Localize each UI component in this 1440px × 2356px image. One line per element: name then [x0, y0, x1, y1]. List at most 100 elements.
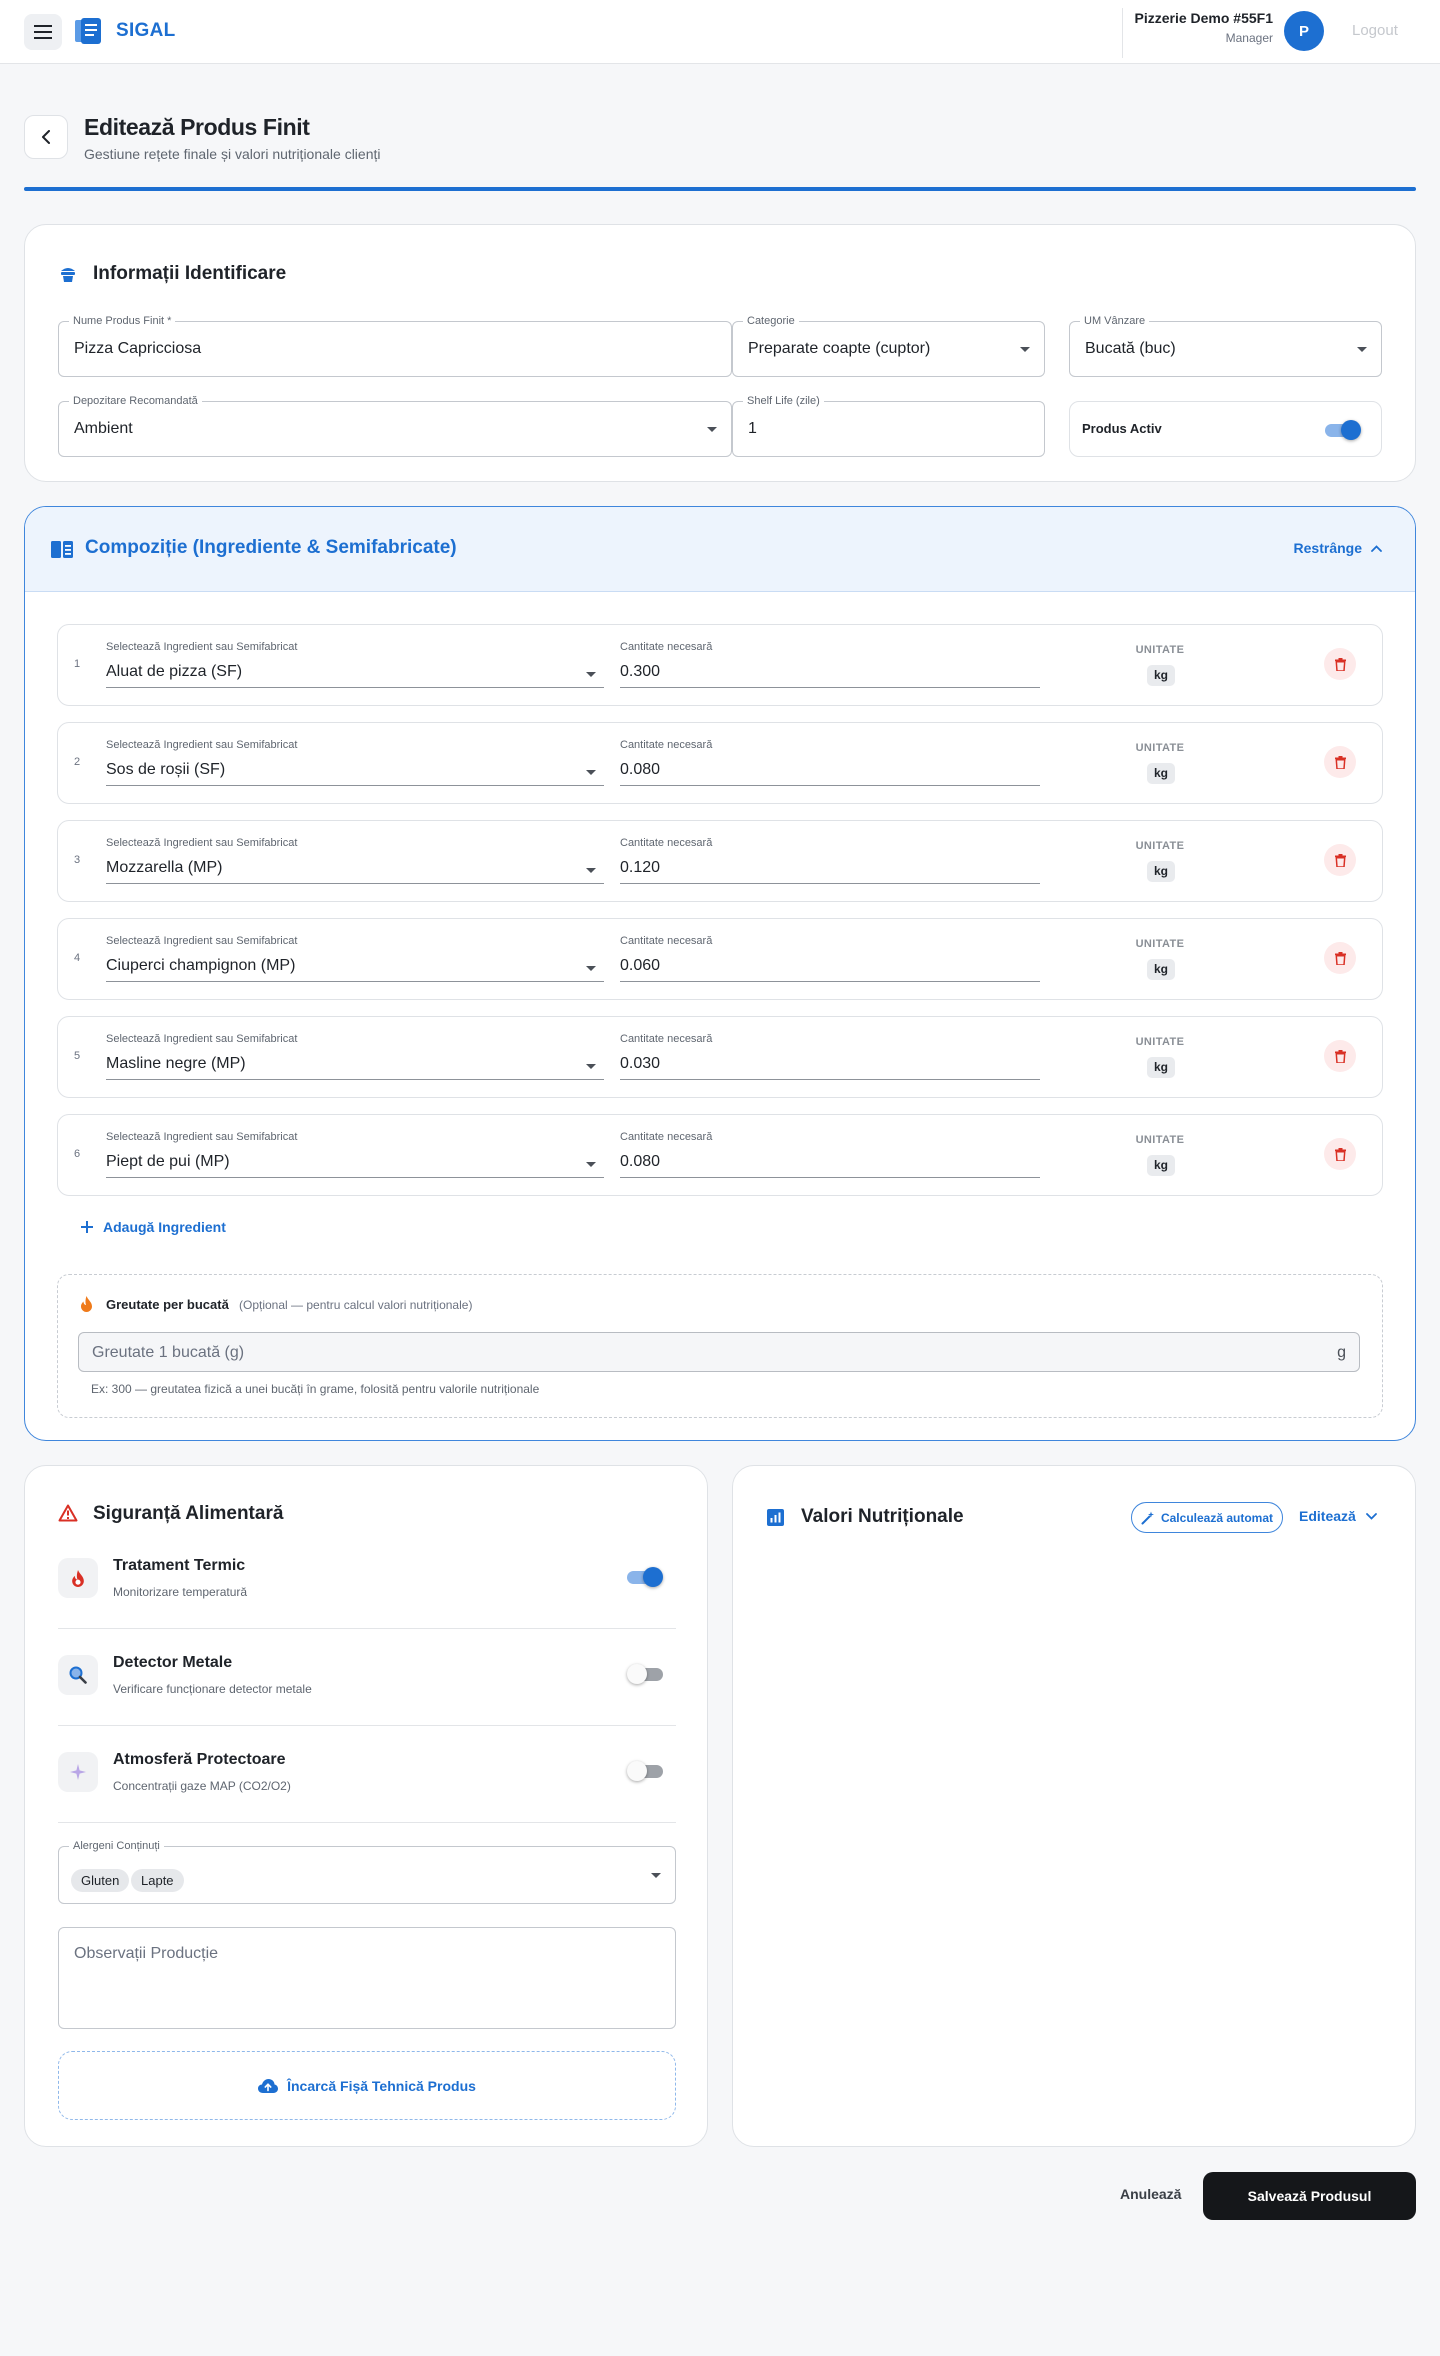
storage-label: Depozitare Recomandată	[69, 394, 202, 408]
app-name[interactable]: SIGAL	[116, 20, 176, 42]
delete-ingredient-button[interactable]	[1324, 844, 1356, 876]
metal-subtitle: Verificare funcționare detector metale	[113, 1682, 312, 1696]
back-button[interactable]	[24, 115, 68, 159]
product-name-field[interactable]: Nume Produs Finit * Pizza Capricciosa	[58, 314, 732, 377]
allergens-select[interactable]: Alergeni Conținuți Gluten Lapte	[58, 1839, 676, 1904]
quantity-label: Cantitate necesară	[620, 641, 713, 653]
atmosphere-subtitle: Concentrații gaze MAP (CO2/O2)	[113, 1779, 291, 1793]
ingredient-row: 4 Selectează Ingredient sau Semifabricat C…	[57, 918, 1383, 1000]
quantity-input[interactable]: 0.080	[620, 761, 660, 779]
uom-value: Bucată (buc)	[1085, 340, 1176, 357]
add-ingredient-button[interactable]: Adaugă Ingredient	[81, 1219, 226, 1235]
ingredient-select-value[interactable]: Aluat de pizza (SF)	[106, 663, 242, 681]
thermal-title: Tratament Termic	[113, 1557, 246, 1574]
unit-label: UNITATE	[1135, 1134, 1185, 1146]
unit-label: UNITATE	[1135, 742, 1185, 754]
category-value: Preparate coapte (cuptor)	[748, 340, 931, 357]
delete-ingredient-button[interactable]	[1324, 1138, 1356, 1170]
quantity-label: Cantitate necesară	[620, 1033, 713, 1045]
uom-select[interactable]: UM Vânzare Bucată (buc)	[1069, 314, 1382, 377]
quantity-underline	[620, 687, 1040, 688]
row-divider	[58, 1628, 676, 1629]
upload-spec-sheet-button[interactable]: Încarcă Fișă Tehnică Produs	[58, 2051, 676, 2120]
production-notes-textarea[interactable]: Observații Producție	[58, 1927, 676, 2029]
unit-label: UNITATE	[1135, 1036, 1185, 1048]
ingredient-select-value[interactable]: Sos de roșii (SF)	[106, 761, 225, 779]
ingredient-select-label: Selectează Ingredient sau Semifabricat	[106, 837, 298, 849]
tenant-name: Pizzerie Demo #55F1	[1134, 10, 1273, 26]
composition-header[interactable]: Compoziție (Ingrediente & Semifabricate)…	[25, 507, 1415, 592]
active-label: Produs Activ	[1082, 421, 1162, 436]
storage-select[interactable]: Depozitare Recomandată Ambient	[58, 394, 732, 457]
title-underline	[24, 187, 1416, 191]
logout-button[interactable]: Logout	[1352, 22, 1398, 39]
quantity-underline	[620, 981, 1040, 982]
header-divider	[1122, 8, 1123, 58]
ingredient-select-underline	[106, 1177, 604, 1178]
active-switch[interactable]	[1325, 420, 1361, 440]
delete-ingredient-button[interactable]	[1324, 942, 1356, 974]
trash-icon	[1334, 853, 1346, 867]
ingredient-select-underline	[106, 981, 604, 982]
quantity-input[interactable]: 0.030	[620, 1055, 660, 1073]
ingredient-select-underline	[106, 883, 604, 884]
metal-switch[interactable]	[627, 1664, 665, 1684]
weight-placeholder: Greutate 1 bucată (g)	[92, 1344, 245, 1361]
cancel-button[interactable]: Anulează	[1120, 2186, 1181, 2202]
trash-icon	[1334, 657, 1346, 671]
caret-down-icon[interactable]	[586, 1064, 596, 1069]
quantity-input[interactable]: 0.060	[620, 957, 660, 975]
delete-ingredient-button[interactable]	[1324, 648, 1356, 680]
unit-badge: kg	[1147, 861, 1175, 882]
quantity-input[interactable]: 0.080	[620, 1153, 660, 1171]
add-ingredient-label: Adaugă Ingredient	[103, 1219, 226, 1235]
atmosphere-title: Atmosferă Protectoare	[113, 1751, 286, 1768]
identification-card: Informații Identificare Nume Produs Fini…	[24, 224, 1416, 482]
ingredient-row: 2 Selectează Ingredient sau Semifabricat S…	[57, 722, 1383, 804]
delete-ingredient-button[interactable]	[1324, 746, 1356, 778]
collapse-button[interactable]: Restrânge	[1294, 540, 1382, 556]
trash-icon	[1334, 1147, 1346, 1161]
app-logo-icon	[72, 17, 104, 47]
allergen-chip[interactable]: Lapte	[131, 1869, 184, 1892]
nutrition-card: Valori Nutriționale Calculează automat E…	[732, 1465, 1416, 2147]
trash-icon	[1334, 951, 1346, 965]
product-name-value: Pizza Capricciosa	[74, 340, 202, 357]
metal-icon-box	[58, 1655, 98, 1695]
product-name-label: Nume Produs Finit *	[69, 314, 176, 328]
avatar[interactable]: P	[1284, 11, 1324, 51]
collapse-label: Restrânge	[1293, 540, 1362, 556]
weight-input[interactable]: Greutate 1 bucată (g) g	[78, 1332, 1360, 1372]
row-index: 3	[74, 854, 81, 866]
save-button[interactable]: Salvează Produsul	[1203, 2172, 1416, 2220]
quantity-input[interactable]: 0.300	[620, 663, 660, 681]
quantity-input[interactable]: 0.120	[620, 859, 660, 877]
category-select-box[interactable]: Categorie Preparate coapte (cuptor)	[732, 314, 1045, 377]
delete-ingredient-button[interactable]	[1324, 1040, 1356, 1072]
ingredient-select-value[interactable]: Ciuperci champignon (MP)	[106, 957, 295, 975]
unit-badge: kg	[1147, 1057, 1175, 1078]
ingredient-select-value[interactable]: Masline negre (MP)	[106, 1055, 246, 1073]
caret-down-icon[interactable]	[586, 770, 596, 775]
caret-down-icon[interactable]	[586, 1162, 596, 1167]
thermal-switch[interactable]	[627, 1567, 663, 1587]
ingredient-select-value[interactable]: Mozzarella (MP)	[106, 859, 222, 877]
auto-calculate-button[interactable]: Calculează automat	[1131, 1502, 1283, 1533]
weight-hint: Ex: 300 — greutatea fizică a unei bucăți…	[91, 1382, 540, 1396]
thermal-subtitle: Monitorizare temperatură	[113, 1585, 248, 1599]
shelf-life-field[interactable]: Shelf Life (zile) 1	[732, 394, 1045, 457]
allergen-chip[interactable]: Gluten	[71, 1869, 130, 1892]
weight-per-piece-box: Greutate per bucată (Opțional — pentru c…	[57, 1274, 1383, 1418]
row-index: 6	[74, 1148, 81, 1160]
caret-down-icon[interactable]	[586, 966, 596, 971]
unit-badge: kg	[1147, 665, 1175, 686]
nutrition-edit-button[interactable]: Editează	[1299, 1508, 1377, 1524]
caret-down-icon[interactable]	[586, 868, 596, 873]
quantity-label: Cantitate necesară	[620, 837, 713, 849]
atmosphere-switch[interactable]	[627, 1761, 665, 1781]
menu-button[interactable]	[24, 14, 62, 50]
chevron-down-icon	[1365, 1512, 1377, 1520]
caret-down-icon[interactable]	[586, 672, 596, 677]
ingredient-select-value[interactable]: Piept de pui (MP)	[106, 1153, 230, 1171]
food-safety-card: Siguranță Alimentară Tratament Termic Mo…	[24, 1465, 708, 2147]
